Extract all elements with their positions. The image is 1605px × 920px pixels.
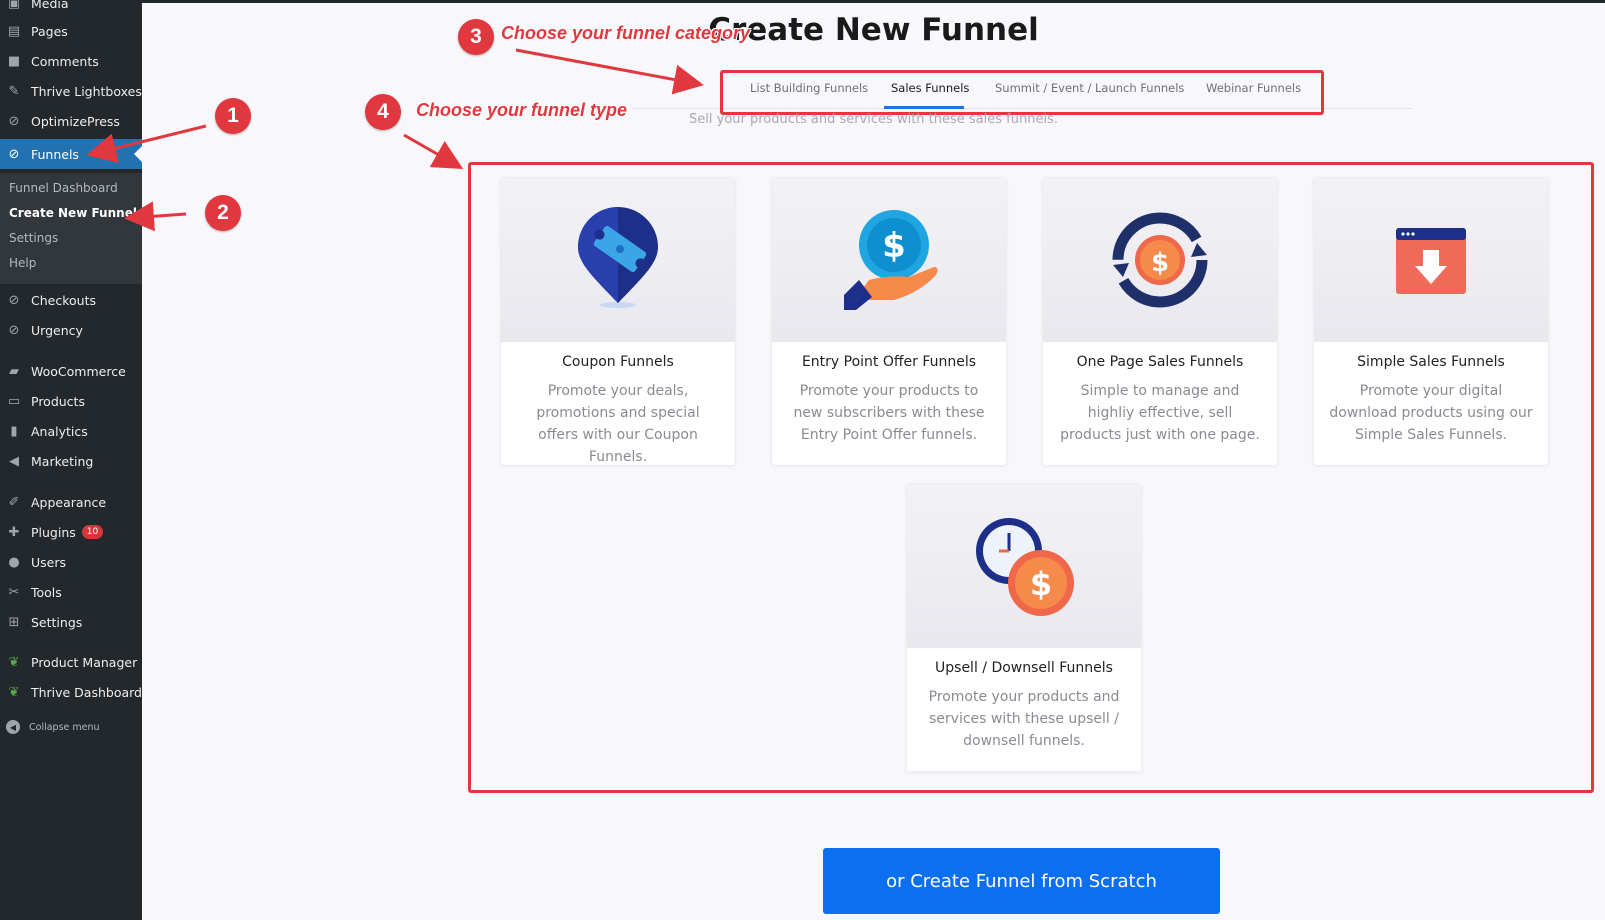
collapse-menu-button[interactable]: ◀ Collapse menu	[6, 720, 100, 734]
card-description: Promote your products to new subscribers…	[793, 383, 985, 443]
pin-icon: ✎	[8, 83, 20, 99]
card-description: Promote your products and services with …	[928, 689, 1120, 749]
sidebar-item-settings[interactable]: ⊞ Settings	[0, 607, 142, 637]
step-1-marker: 1	[215, 98, 251, 134]
hand-dollar-icon: $	[772, 178, 1006, 342]
sidebar-item-tools[interactable]: ✂ Tools	[0, 577, 142, 607]
sidebar-item-marketing[interactable]: ◀ Marketing	[0, 446, 142, 476]
clock-dollar-icon: $	[907, 484, 1141, 648]
plugins-icon: ✚	[8, 524, 20, 540]
funnels-icon: ⊘	[8, 146, 20, 162]
pages-icon: ▤	[7, 23, 21, 39]
submenu-funnel-dashboard[interactable]: Funnel Dashboard	[9, 181, 118, 195]
card-title: Entry Point Offer Funnels	[801, 354, 977, 370]
products-icon: ▭	[7, 393, 21, 409]
card-description: Promote your deals, promotions and speci…	[536, 383, 700, 465]
urgency-icon: ⊘	[8, 322, 20, 338]
svg-text:$: $	[1030, 565, 1052, 603]
sidebar-item-users[interactable]: ● Users	[0, 547, 142, 577]
sidebar-item-comments[interactable]: ■ Comments	[0, 46, 142, 76]
sidebar-item-checkouts[interactable]: ⊘ Checkouts	[0, 285, 142, 315]
sidebar-item-pages[interactable]: ▤ Pages	[0, 16, 142, 46]
sidebar-item-appearance[interactable]: ✐ Appearance	[0, 487, 142, 517]
funnel-card-simple-sales[interactable]: Simple Sales Funnels Promote your digita…	[1313, 177, 1549, 466]
funnel-card-entry-point-offer[interactable]: $ Entry Point Offer Funnels Promote your…	[771, 177, 1007, 466]
media-icon: ▣	[7, 0, 21, 11]
submenu-help[interactable]: Help	[9, 256, 36, 270]
page-title: Create New Funnel	[708, 12, 1039, 48]
top-border	[142, 0, 1605, 3]
marketing-icon: ◀	[9, 453, 19, 469]
sidebar-item-woocommerce[interactable]: ▰ WooCommerce	[0, 356, 142, 386]
comments-icon: ■	[7, 53, 21, 69]
sidebar-item-funnels[interactable]: ⊘ Funnels	[0, 139, 142, 169]
sidebar-item-plugins[interactable]: ✚ Plugins 10	[0, 517, 142, 547]
sidebar-item-analytics[interactable]: ▮ Analytics	[0, 416, 142, 446]
settings-icon: ⊞	[8, 614, 20, 630]
funnels-submenu: Funnel Dashboard Create New Funnel Setti…	[0, 173, 142, 284]
cycle-dollar-icon: $	[1043, 178, 1277, 342]
create-from-scratch-button[interactable]: or Create Funnel from Scratch	[823, 848, 1220, 914]
card-title: One Page Sales Funnels	[1076, 354, 1244, 370]
submenu-create-new-funnel[interactable]: Create New Funnel	[9, 206, 137, 220]
download-window-icon	[1314, 178, 1548, 342]
leaf-icon: ❦	[8, 654, 20, 670]
coupon-pin-icon	[501, 178, 735, 342]
appearance-icon: ✐	[8, 494, 20, 510]
sidebar-item-thrive-lightboxes[interactable]: ✎ Thrive Lightboxes	[0, 76, 142, 106]
step-3-marker: 3	[458, 19, 494, 55]
leaf-icon: ❦	[8, 684, 20, 700]
plugins-update-badge: 10	[81, 525, 104, 539]
optimizepress-icon: ⊘	[8, 113, 20, 129]
funnel-card-one-page-sales[interactable]: $ One Page Sales Funnels Simple to manag…	[1042, 177, 1278, 466]
step-2-marker: 2	[205, 195, 241, 231]
card-title: Upsell / Downsell Funnels	[935, 660, 1113, 676]
sidebar-item-products[interactable]: ▭ Products	[0, 386, 142, 416]
checkouts-icon: ⊘	[8, 292, 20, 308]
sidebar-item-thrive-dashboard[interactable]: ❦ Thrive Dashboard	[0, 677, 142, 707]
card-description: Simple to manage and highliy effective, …	[1060, 383, 1260, 443]
sidebar-item-product-manager[interactable]: ❦ Product Manager	[0, 647, 142, 677]
step-4-label: Choose your funnel type	[416, 100, 628, 120]
tools-icon: ✂	[8, 584, 20, 600]
collapse-arrow-icon: ◀	[6, 720, 20, 734]
analytics-icon: ▮	[10, 423, 18, 439]
woocommerce-icon: ▰	[9, 363, 19, 379]
submenu-settings[interactable]: Settings	[9, 231, 58, 245]
step-3-label: Choose your funnel category	[501, 23, 751, 43]
step-4-marker: 4	[365, 94, 401, 130]
card-title: Simple Sales Funnels	[1357, 354, 1505, 370]
sidebar-item-urgency[interactable]: ⊘ Urgency	[0, 315, 142, 345]
card-title: Coupon Funnels	[562, 354, 674, 370]
users-icon: ●	[8, 554, 20, 570]
admin-sidebar: ▣ Media ▤ Pages ■ Comments ✎ Thrive Lightbox…	[0, 0, 142, 920]
funnel-card-upsell-downsell[interactable]: $ Upsell / Downsell Funnels Promote your…	[906, 483, 1142, 772]
card-description: Promote your digital download products u…	[1329, 383, 1533, 443]
svg-text:$: $	[1151, 248, 1169, 278]
category-description: Sell your products and services with the…	[689, 112, 1058, 127]
annotation-category-highlight	[720, 70, 1324, 115]
sidebar-item-optimizepress[interactable]: ⊘ OptimizePress	[0, 106, 142, 136]
funnel-card-coupon[interactable]: Coupon Funnels Promote your deals, promo…	[500, 177, 736, 466]
svg-text:$: $	[882, 226, 906, 266]
